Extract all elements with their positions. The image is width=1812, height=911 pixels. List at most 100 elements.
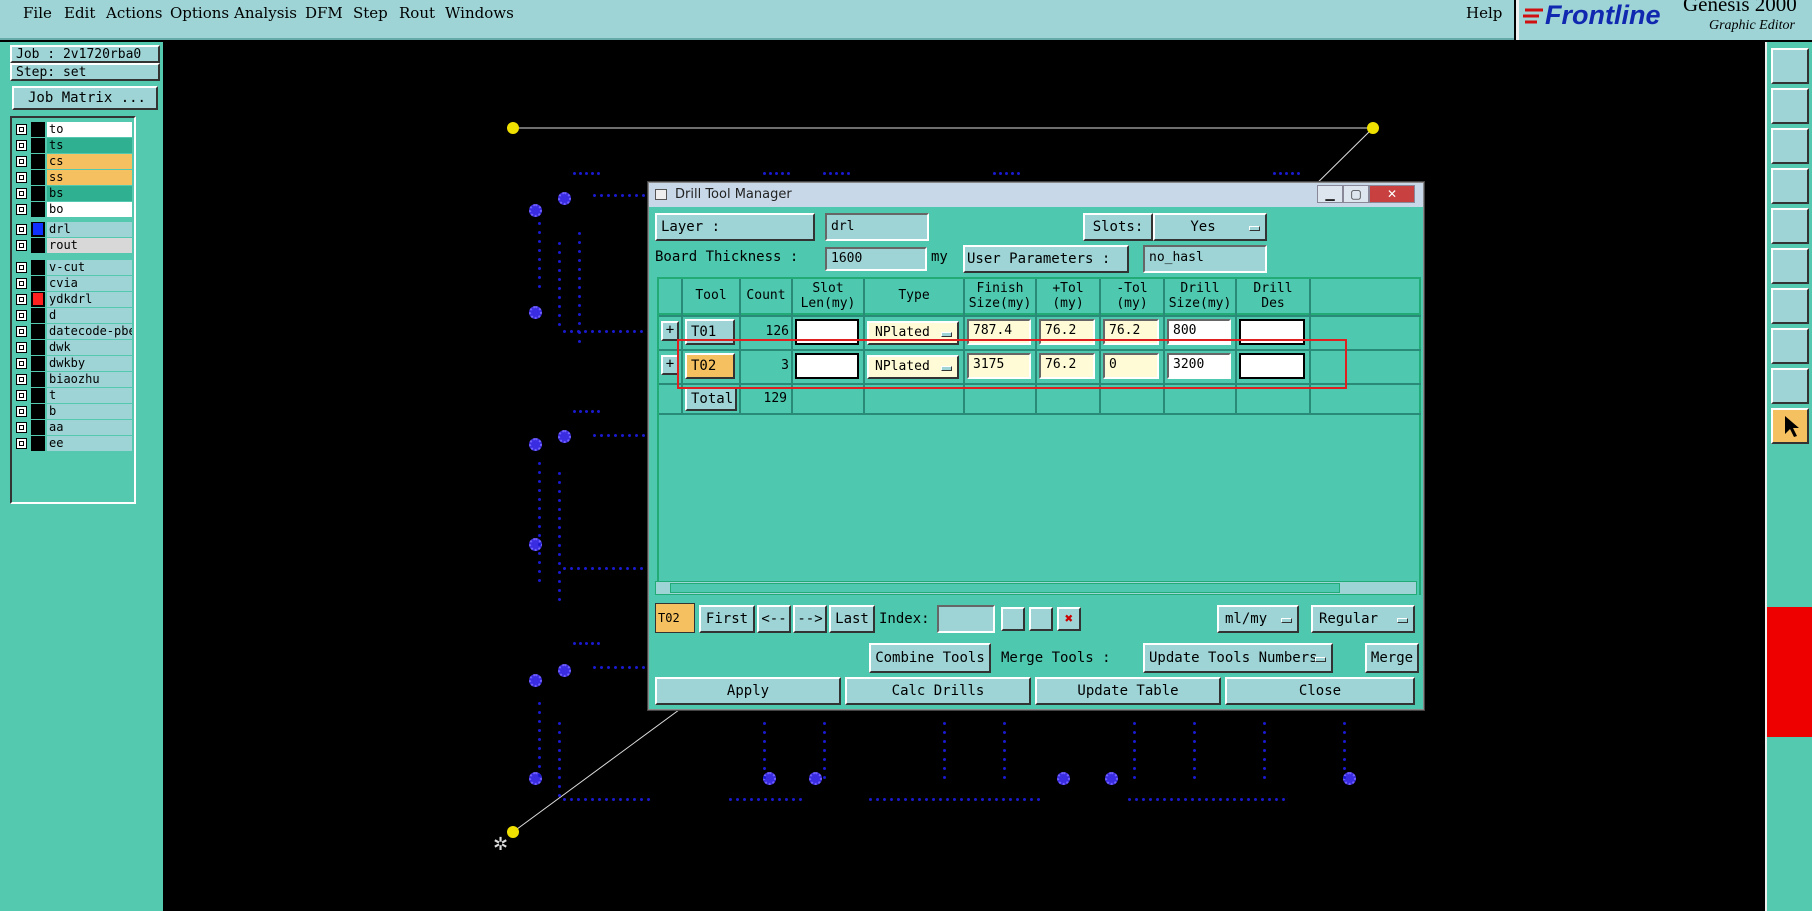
layer-checkbox[interactable] bbox=[16, 278, 27, 289]
layer-checkbox[interactable] bbox=[16, 262, 27, 273]
layer-row[interactable]: cvia bbox=[14, 276, 132, 291]
layer-checkbox[interactable] bbox=[16, 438, 27, 449]
board-thickness-field[interactable]: 1600 bbox=[825, 247, 927, 271]
dialog-titlebar[interactable]: Drill Tool Manager ▁ ▢ ✕ bbox=[649, 183, 1423, 207]
drill-hit-small bbox=[538, 720, 541, 723]
layer-row[interactable]: dwkby bbox=[14, 356, 132, 371]
menu-edit[interactable]: Edit bbox=[64, 4, 95, 22]
layer-checkbox[interactable] bbox=[16, 294, 27, 305]
drill-hit-small bbox=[584, 798, 587, 801]
horizontal-scrollbar[interactable] bbox=[655, 581, 1417, 595]
layer-row[interactable]: ss bbox=[14, 170, 132, 185]
menu-file[interactable]: File bbox=[23, 4, 52, 22]
triangle-icon[interactable] bbox=[1771, 368, 1809, 404]
mode-select[interactable]: Regular bbox=[1311, 605, 1415, 633]
close-button[interactable]: Close bbox=[1225, 677, 1415, 705]
layer-checkbox[interactable] bbox=[16, 342, 27, 353]
close-window-button[interactable]: ✕ bbox=[1369, 185, 1415, 203]
layer-field[interactable]: drl bbox=[825, 213, 929, 241]
layer-checkbox[interactable] bbox=[16, 310, 27, 321]
angle-icon[interactable] bbox=[1771, 288, 1809, 324]
column-header: +Tol (my) bbox=[1037, 279, 1101, 313]
drill-hit-small bbox=[585, 410, 588, 413]
drill-hit-small bbox=[612, 798, 615, 801]
pad-icon[interactable] bbox=[1771, 208, 1809, 244]
menu-step[interactable]: Step bbox=[353, 4, 388, 22]
layer-row[interactable]: drl bbox=[14, 222, 132, 237]
last-button[interactable]: Last bbox=[829, 605, 875, 633]
layer-row[interactable]: b bbox=[14, 404, 132, 419]
drill-hit-small bbox=[1261, 798, 1264, 801]
layer-checkbox[interactable] bbox=[16, 326, 27, 337]
calc-drills-button[interactable]: Calc Drills bbox=[845, 677, 1031, 705]
scrollbar-thumb[interactable] bbox=[670, 583, 1340, 593]
layer-row[interactable]: datecode-pbe bbox=[14, 324, 132, 339]
menu-options[interactable]: Options bbox=[170, 4, 229, 22]
layer-row[interactable]: bo bbox=[14, 202, 132, 217]
menu-analysis[interactable]: Analysis bbox=[234, 4, 297, 22]
layer-checkbox[interactable] bbox=[16, 188, 27, 199]
menu-help[interactable]: Help bbox=[1466, 4, 1502, 22]
first-button[interactable]: First bbox=[699, 605, 755, 633]
drill-hit-small bbox=[563, 798, 566, 801]
save-icon[interactable] bbox=[1029, 607, 1053, 631]
layer-checkbox[interactable] bbox=[16, 172, 27, 183]
layer-row[interactable]: ydkdrl bbox=[14, 292, 132, 307]
drill-hit-small bbox=[764, 798, 767, 801]
layer-row[interactable]: t bbox=[14, 388, 132, 403]
layer-checkbox[interactable] bbox=[16, 390, 27, 401]
combine-tools-button[interactable]: Combine Tools bbox=[869, 643, 991, 673]
layer-checkbox[interactable] bbox=[16, 156, 27, 167]
drill-hit-small bbox=[1003, 731, 1006, 734]
layer-row[interactable]: aa bbox=[14, 420, 132, 435]
layer-checkbox[interactable] bbox=[16, 406, 27, 417]
minimize-button[interactable]: ▁ bbox=[1317, 185, 1343, 203]
row-expand-button[interactable]: + bbox=[661, 321, 679, 341]
maximize-button[interactable]: ▢ bbox=[1343, 185, 1369, 203]
layer-row[interactable]: d bbox=[14, 308, 132, 323]
layer-checkbox[interactable] bbox=[16, 224, 27, 235]
units-select[interactable]: ml/my bbox=[1217, 605, 1299, 633]
layer-row[interactable]: v-cut bbox=[14, 260, 132, 275]
menu-rout[interactable]: Rout bbox=[399, 4, 435, 22]
layer-checkbox[interactable] bbox=[16, 140, 27, 151]
zoom-fit-icon[interactable] bbox=[1771, 128, 1809, 164]
layer-row[interactable]: bs bbox=[14, 186, 132, 201]
column-header-line1: Drill bbox=[1253, 281, 1293, 296]
import-icon[interactable] bbox=[1771, 88, 1809, 124]
layer-row[interactable]: ts bbox=[14, 138, 132, 153]
index-field[interactable] bbox=[937, 605, 995, 633]
clipboard-icon[interactable] bbox=[1771, 48, 1809, 84]
delete-icon[interactable]: ✖ bbox=[1057, 607, 1081, 631]
layer-row[interactable]: rout bbox=[14, 238, 132, 253]
update-table-button[interactable]: Update Table bbox=[1035, 677, 1221, 705]
user-parameters-field[interactable]: no_hasl bbox=[1143, 245, 1267, 273]
slots-select[interactable]: Yes bbox=[1153, 213, 1267, 241]
layer-checkbox[interactable] bbox=[16, 358, 27, 369]
merge-button[interactable]: Merge bbox=[1365, 643, 1419, 673]
layer-row[interactable]: ee bbox=[14, 436, 132, 451]
apply-button[interactable]: Apply bbox=[655, 677, 841, 705]
prev-button[interactable]: <-- bbox=[757, 605, 791, 633]
layer-row[interactable]: to bbox=[14, 122, 132, 137]
snap-icon[interactable] bbox=[1771, 328, 1809, 364]
menu-windows[interactable]: Windows bbox=[445, 4, 514, 22]
layer-checkbox[interactable] bbox=[16, 422, 27, 433]
layer-row[interactable]: biaozhu bbox=[14, 372, 132, 387]
job-matrix-button[interactable]: Job Matrix ... bbox=[12, 86, 158, 110]
layer-checkbox[interactable] bbox=[16, 240, 27, 251]
next-button[interactable]: --> bbox=[793, 605, 827, 633]
layer-checkbox[interactable] bbox=[16, 374, 27, 385]
layer-row[interactable]: dwk bbox=[14, 340, 132, 355]
merge-tools-select[interactable]: Update Tools Numbers bbox=[1143, 643, 1333, 673]
layer-checkbox[interactable] bbox=[16, 204, 27, 215]
measure-icon[interactable] bbox=[1771, 168, 1809, 204]
layer-checkbox[interactable] bbox=[16, 124, 27, 135]
bulb-icon[interactable] bbox=[1001, 607, 1025, 631]
layer-name: ts bbox=[47, 138, 132, 153]
menu-dfm[interactable]: DFM bbox=[305, 4, 343, 22]
pointer-icon[interactable] bbox=[1771, 408, 1809, 444]
layer-row[interactable]: cs bbox=[14, 154, 132, 169]
menu-actions[interactable]: Actions bbox=[106, 4, 162, 22]
route-icon[interactable] bbox=[1771, 248, 1809, 284]
